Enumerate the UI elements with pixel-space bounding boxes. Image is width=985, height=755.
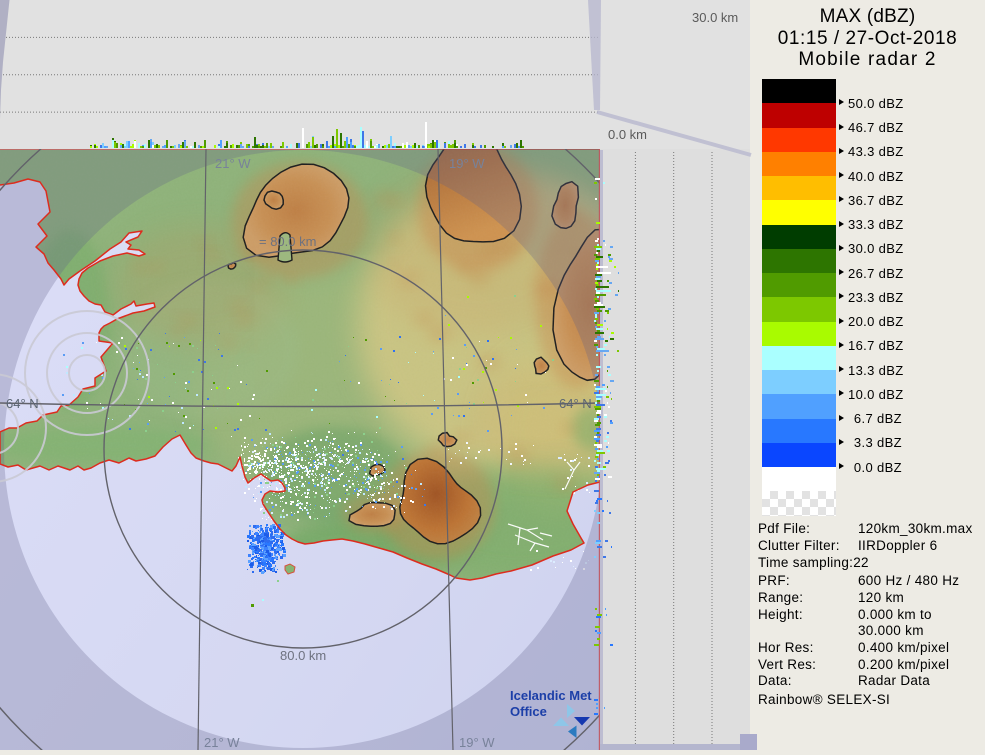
svg-text:64° N: 64° N [559, 396, 592, 411]
svg-text:Icelandic Met: Icelandic Met [510, 688, 592, 703]
svg-text:21° W: 21° W [204, 735, 240, 750]
svg-text:= 80.0 km: = 80.0 km [259, 234, 316, 249]
svg-text:0.0 km: 0.0 km [608, 127, 647, 142]
svg-text:Office: Office [510, 704, 547, 719]
svg-text:64° N: 64° N [6, 396, 39, 411]
svg-text:19° W: 19° W [459, 735, 495, 750]
svg-text:30.0 km: 30.0 km [692, 10, 738, 25]
svg-text:21° W: 21° W [215, 156, 251, 171]
svg-text:80.0 km: 80.0 km [280, 648, 326, 663]
svg-text:19° W: 19° W [449, 156, 485, 171]
